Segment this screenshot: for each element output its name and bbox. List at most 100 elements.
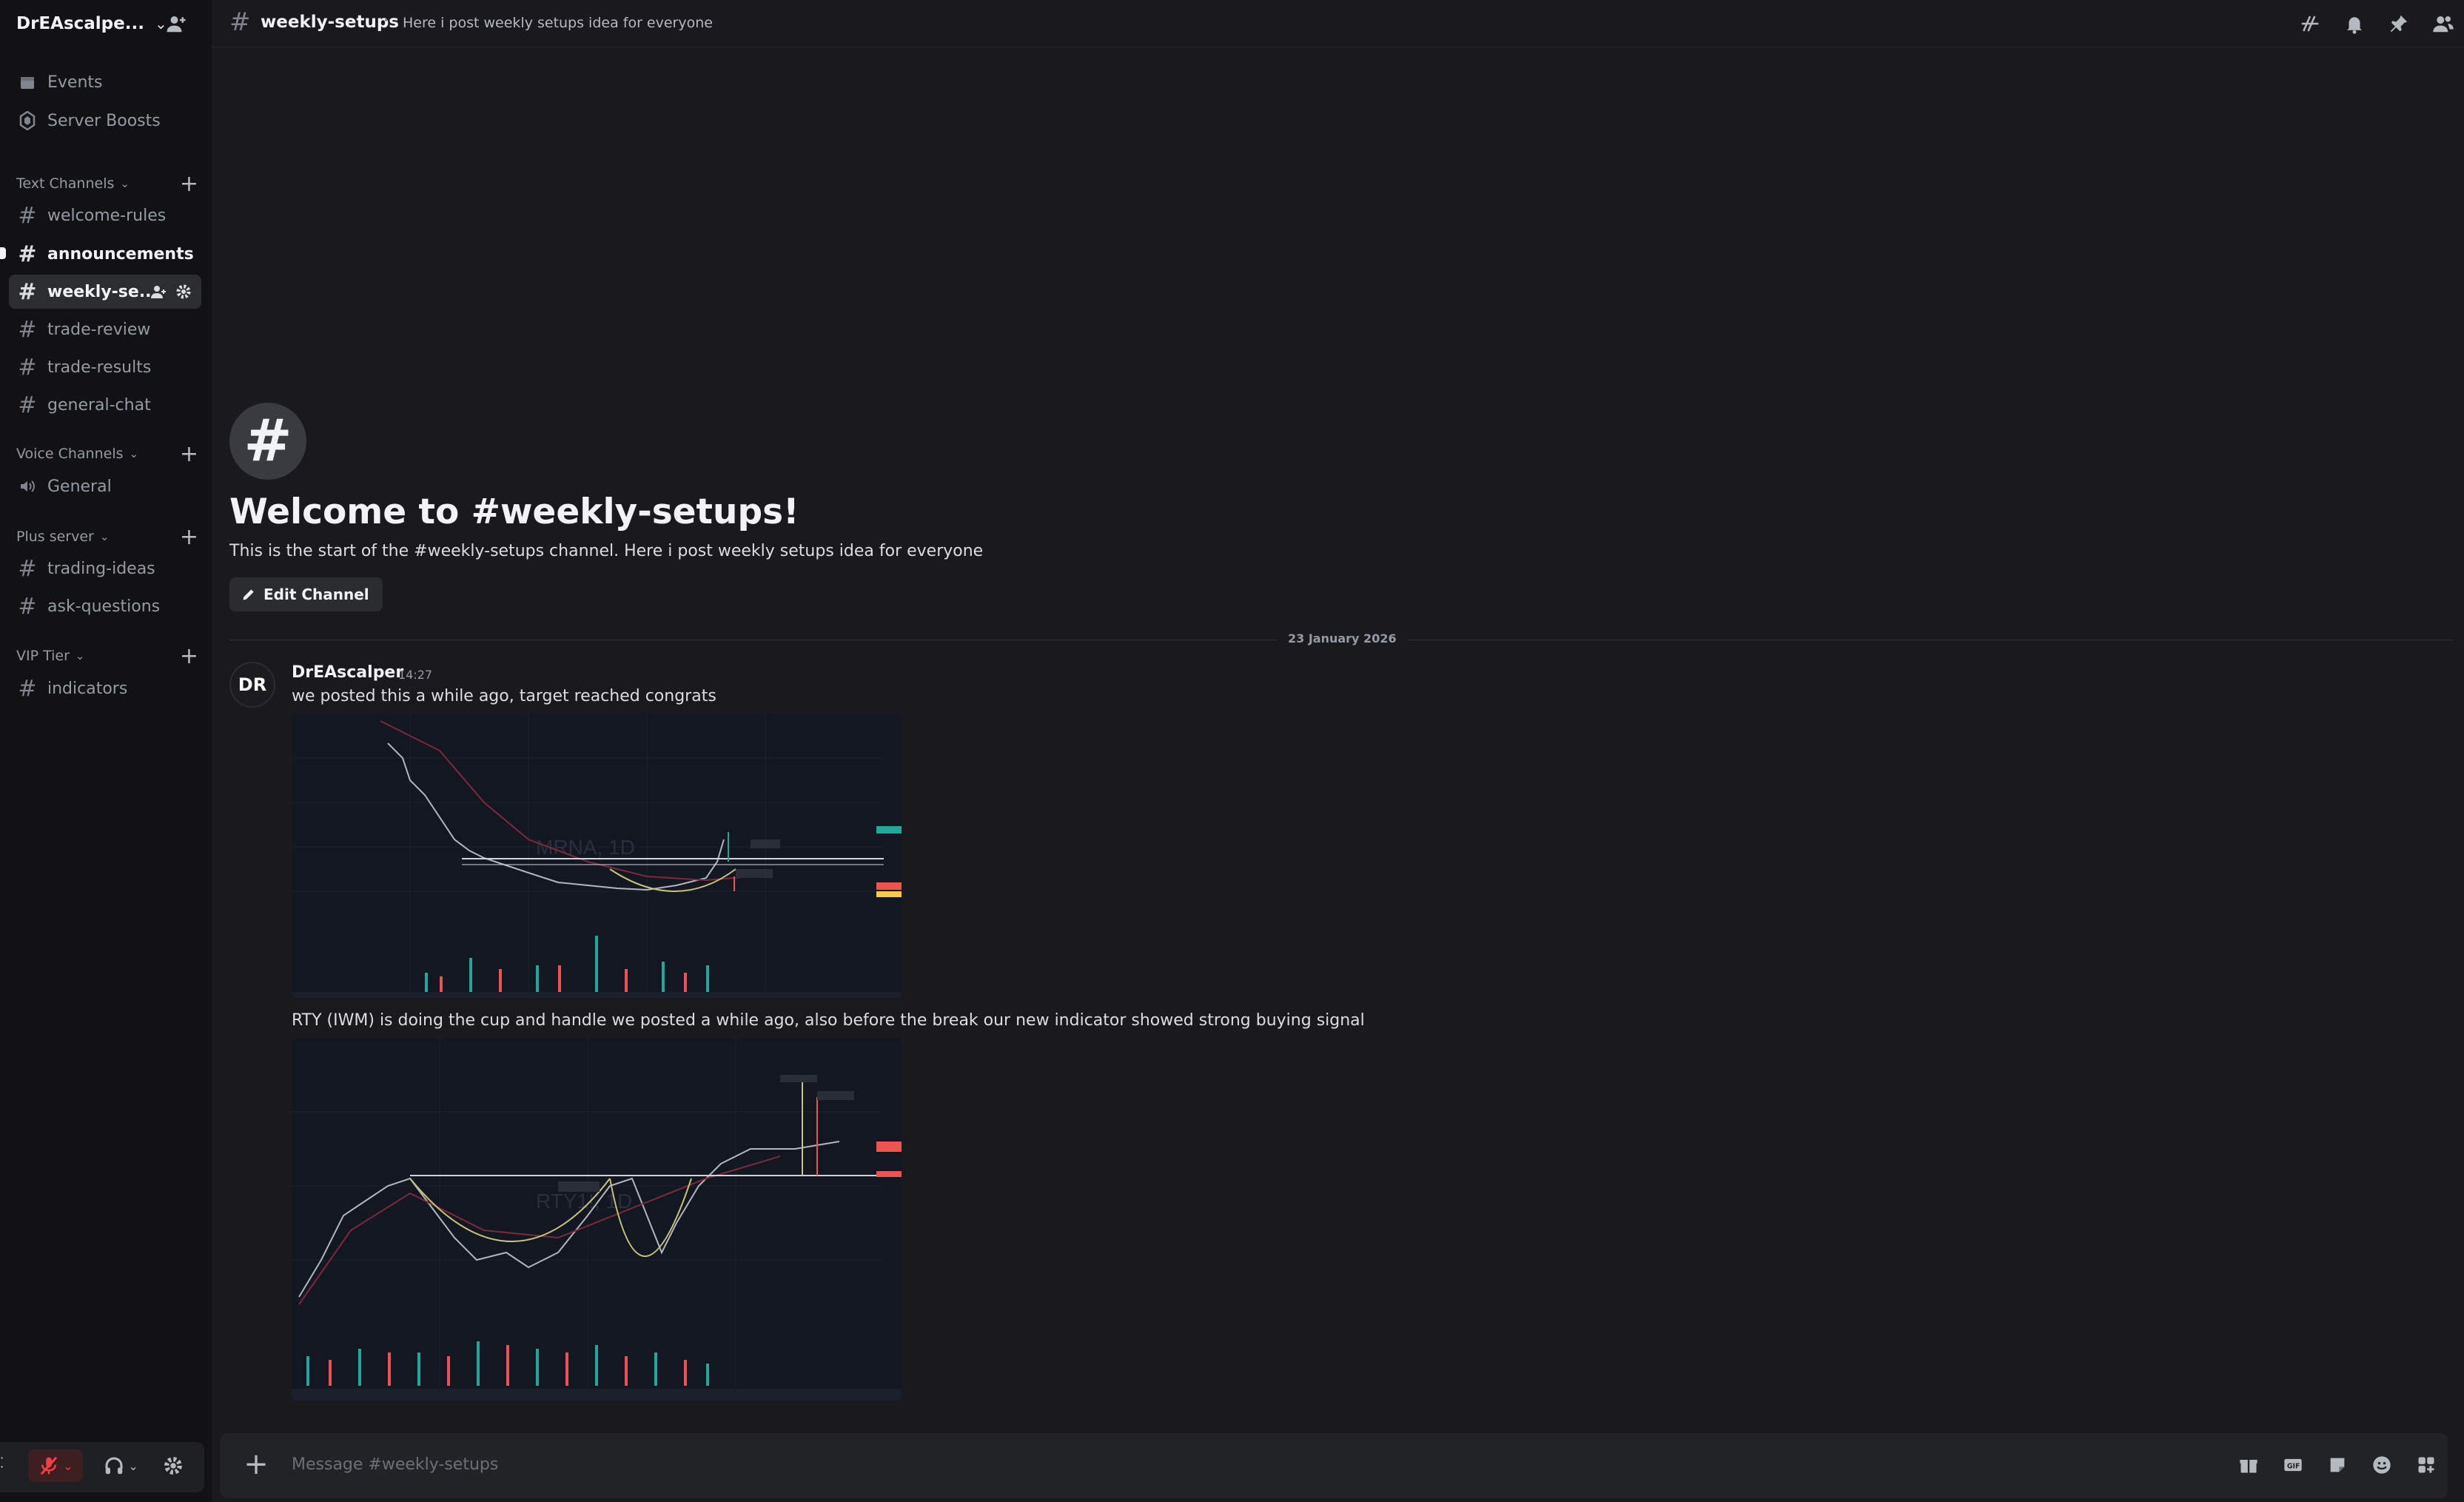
chart-watermark: RTY1!, 1D	[536, 1190, 632, 1213]
edit-channel-button[interactable]: Edit Channel	[229, 577, 383, 611]
sidebar-item-weekly-setups[interactable]: # weekly-se...	[9, 275, 201, 309]
sidebar-item-server-boosts[interactable]: Server Boosts	[9, 104, 201, 138]
threads-icon[interactable]	[2297, 10, 2323, 37]
welcome-title: Welcome to #weekly-setups!	[229, 492, 799, 532]
category-vip-tier[interactable]: VIP Tier ⌄ +	[16, 643, 201, 669]
locked-hash-icon: #	[18, 555, 37, 582]
member-list-icon[interactable]	[2430, 10, 2457, 37]
sidebar-item-label: announcements	[47, 244, 194, 264]
hash-icon: #	[229, 7, 251, 37]
locked-hash-icon: #	[18, 675, 37, 702]
sidebar-item-label: ask-questions	[47, 597, 161, 616]
gear-icon	[164, 1457, 182, 1475]
category-text-channels[interactable]: Text Channels ⌄ +	[16, 171, 201, 197]
calendar-icon	[18, 73, 37, 92]
sidebar-item-label: general-chat	[47, 395, 151, 415]
sidebar-item-trade-results[interactable]: # trade-results	[9, 350, 201, 384]
message-text: we posted this a while ago, target reach…	[292, 687, 716, 705]
server-header[interactable]: DrEAscalpe... ⌄	[0, 0, 212, 47]
chart-image-attachment[interactable]: MRNA, 1D	[292, 714, 902, 998]
message-input[interactable]: Message #weekly-setups	[292, 1455, 498, 1474]
date-divider-label: 23 January 2026	[1278, 631, 1407, 646]
separator: ·	[383, 12, 389, 30]
sidebar-item-events[interactable]: Events	[9, 65, 201, 99]
hash-icon: #	[18, 278, 37, 305]
channel-topic[interactable]: Here i post weekly setups idea for every…	[403, 15, 713, 31]
category-plus-server[interactable]: Plus server ⌄ +	[16, 524, 201, 550]
hash-icon: #	[18, 392, 37, 418]
sidebar-item-label: Server Boosts	[47, 111, 161, 130]
gear-icon[interactable]	[175, 283, 192, 301]
category-label: Text Channels	[16, 175, 115, 192]
hash-icon: #	[229, 403, 306, 480]
upload-plus-icon[interactable]: +	[240, 1447, 272, 1481]
add-channel-icon[interactable]: +	[180, 643, 198, 669]
emoji-icon[interactable]	[2368, 1451, 2396, 1479]
deafen-button[interactable]: ⌄	[96, 1449, 145, 1482]
sidebar-item-label: weekly-se...	[47, 282, 158, 301]
hash-icon: #	[18, 354, 37, 380]
chevron-down-icon: ⌄	[63, 1458, 73, 1473]
sidebar-item-ask-questions[interactable]: # ask-questions	[9, 589, 201, 623]
sidebar-item-general-chat[interactable]: # general-chat	[9, 388, 201, 422]
gift-icon[interactable]	[2235, 1451, 2263, 1479]
sidebar-item-announcements[interactable]: # announcements	[9, 237, 201, 271]
add-channel-icon[interactable]: +	[180, 171, 198, 197]
user-panel: · · ⌄ ⌄	[0, 1442, 204, 1492]
avatar[interactable]: · ·	[0, 1452, 10, 1481]
chevron-down-icon: ⌄	[129, 447, 139, 460]
hash-icon: #	[18, 202, 37, 229]
headphones-icon	[105, 1457, 123, 1475]
apps-icon[interactable]	[2412, 1451, 2440, 1479]
add-channel-icon[interactable]: +	[180, 524, 198, 550]
svg-text:GIF: GIF	[2287, 1463, 2300, 1471]
invite-people-icon[interactable]	[164, 13, 188, 35]
message-text: RTY (IWM) is doing the cup and handle we…	[292, 1011, 1365, 1030]
message-timestamp: 14:27	[398, 668, 433, 682]
sidebar-item-label: General	[47, 477, 112, 496]
chevron-down-icon: ⌄	[99, 530, 110, 543]
sidebar-item-voice-general[interactable]: General	[9, 469, 201, 503]
channel-title: weekly-setups	[261, 13, 399, 32]
category-voice-channels[interactable]: Voice Channels ⌄ +	[16, 441, 201, 467]
hash-icon: #	[18, 241, 37, 267]
gif-icon[interactable]: GIF	[2279, 1451, 2307, 1479]
pin-icon[interactable]	[2386, 10, 2412, 37]
bell-icon[interactable]	[2341, 10, 2368, 37]
speaker-icon	[18, 477, 37, 496]
channel-header: # weekly-setups · Here i post weekly set…	[212, 0, 2464, 47]
locked-hash-icon: #	[18, 593, 37, 620]
pencil-icon	[243, 589, 254, 600]
header-toolbar	[2297, 10, 2464, 37]
boost-icon	[18, 111, 37, 130]
mute-button[interactable]: ⌄	[28, 1449, 83, 1482]
welcome-subtitle: This is the start of the #weekly-setups …	[229, 542, 984, 560]
sidebar-item-label: welcome-rules	[47, 206, 167, 225]
chevron-down-icon: ⌄	[128, 1458, 138, 1473]
message-author[interactable]: DrEAscalper	[292, 663, 403, 682]
hash-icon: #	[18, 316, 37, 343]
sidebar-item-indicators[interactable]: # indicators	[9, 671, 201, 705]
chevron-down-icon: ⌄	[120, 177, 130, 190]
sidebar-item-label: trade-review	[47, 320, 151, 339]
sidebar-item-trade-review[interactable]: # trade-review	[9, 312, 201, 346]
sidebar-item-label: indicators	[47, 679, 128, 698]
chart-image-attachment[interactable]: RTY1!, 1D	[292, 1038, 902, 1401]
invite-people-icon[interactable]	[150, 283, 167, 301]
sidebar-item-welcome-rules[interactable]: # welcome-rules	[9, 198, 201, 232]
message-composer: + Message #weekly-setups GIF	[221, 1433, 2448, 1498]
sidebar-item-label: trading-ideas	[47, 559, 155, 578]
category-label: Voice Channels	[16, 446, 124, 462]
sidebar-item-trading-ideas[interactable]: # trading-ideas	[9, 551, 201, 586]
category-label: Plus server	[16, 529, 94, 545]
channel-sidebar: DrEAscalpe... ⌄ Events Server Boosts Tex…	[0, 0, 212, 1502]
sidebar-item-label: trade-results	[47, 358, 152, 377]
composer-toolbar: GIF	[2235, 1451, 2440, 1479]
sticker-icon[interactable]	[2323, 1451, 2351, 1479]
mic-muted-icon	[41, 1456, 58, 1475]
chevron-down-icon: ⌄	[75, 649, 85, 663]
user-settings-button[interactable]	[157, 1449, 189, 1482]
add-channel-icon[interactable]: +	[180, 441, 198, 467]
avatar[interactable]: DR	[229, 662, 275, 708]
edit-channel-label: Edit Channel	[263, 586, 369, 603]
